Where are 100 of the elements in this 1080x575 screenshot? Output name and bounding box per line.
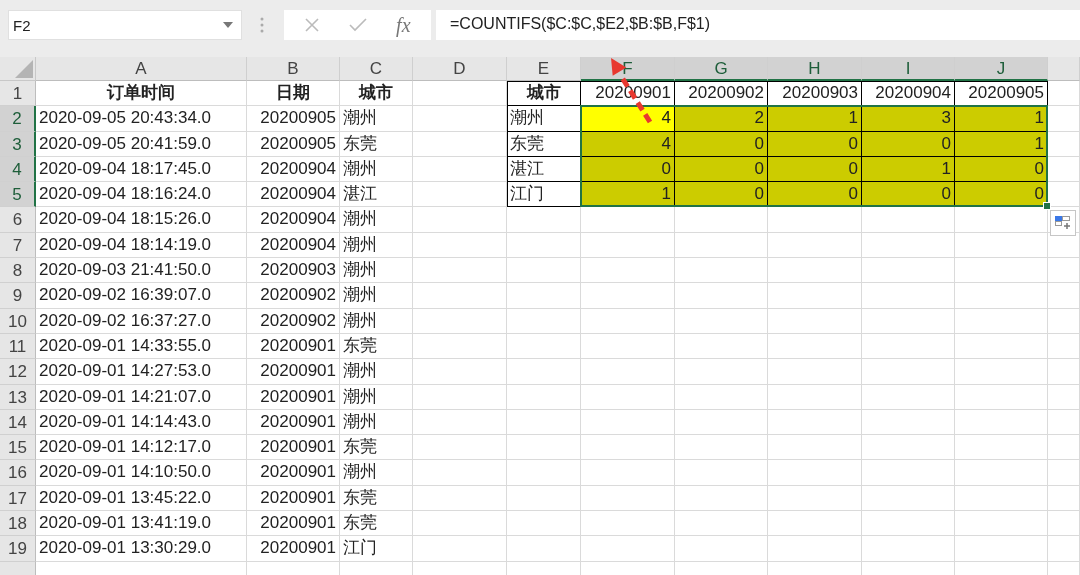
table-cell: 20200902	[247, 308, 340, 334]
table-cell: 20200901	[247, 333, 340, 360]
empty-cell	[1048, 359, 1080, 385]
table-cell: 东莞	[340, 131, 413, 157]
count-cell: 0	[862, 131, 955, 157]
empty-cell	[1048, 308, 1080, 334]
row-header[interactable]: 13	[0, 384, 36, 410]
column-header[interactable]: C	[340, 57, 413, 81]
table-cell: 20200901	[247, 435, 340, 461]
column-header[interactable]: B	[247, 57, 340, 81]
row-header[interactable]: 7	[0, 232, 36, 259]
fill-handle[interactable]	[1043, 202, 1051, 211]
column-header[interactable]: J	[955, 57, 1048, 81]
more-options-icon[interactable]	[260, 17, 264, 33]
table-cell: 2020-09-01 14:33:55.0	[36, 333, 247, 360]
formula-field[interactable]: =COUNTIFS($C:$C,$E2,$B:$B,F$1)	[436, 10, 1080, 40]
count-cell: 0	[768, 182, 862, 208]
empty-cell	[1048, 460, 1080, 486]
table-cell: 东莞	[340, 435, 413, 461]
table-cell: 潮州	[340, 106, 413, 132]
insert-function-button[interactable]: fx	[396, 13, 411, 37]
count-cell: 0	[768, 131, 862, 157]
table-cell: 潮州	[340, 359, 413, 385]
empty-cell	[1048, 536, 1080, 562]
table-cell: 2020-09-01 13:30:29.0	[36, 536, 247, 562]
table-cell: 20200905	[247, 106, 340, 132]
table-cell: 20200901	[247, 359, 340, 385]
row-header[interactable]: 15	[0, 435, 36, 461]
table-cell: 2020-09-01 14:27:53.0	[36, 359, 247, 385]
row-header[interactable]: 9	[0, 283, 36, 309]
city-cell: 江门	[507, 182, 581, 208]
row-header[interactable]: 3	[0, 131, 36, 157]
column-header[interactable]: D	[413, 57, 507, 81]
table-cell: 20200904	[247, 207, 340, 233]
row-header[interactable]: 16	[0, 460, 36, 486]
count-cell: 1	[768, 106, 862, 132]
table-cell: 潮州	[340, 384, 413, 410]
empty-cell	[1048, 258, 1080, 284]
table-cell: 2020-09-05 20:43:34.0	[36, 106, 247, 132]
row-header[interactable]: 4	[0, 156, 36, 183]
empty-cell	[1048, 511, 1080, 537]
count-cell: 1	[862, 156, 955, 183]
table-cell: 20200901	[247, 485, 340, 512]
count-cell: 4	[581, 131, 675, 157]
table-cell: 东莞	[340, 333, 413, 360]
table-cell: 2020-09-02 16:37:27.0	[36, 308, 247, 334]
column-header[interactable]: G	[675, 57, 768, 81]
column-header[interactable]: A	[36, 57, 247, 81]
empty-cell	[1048, 384, 1080, 410]
count-cell: 0	[675, 156, 768, 183]
table-cell: 2020-09-04 18:15:26.0	[36, 207, 247, 233]
row-header[interactable]: 18	[0, 511, 36, 537]
column-title: 城市	[507, 81, 581, 107]
dropdown-caret-icon[interactable]	[223, 22, 233, 28]
row-header[interactable]: 8	[0, 258, 36, 284]
row-header[interactable]: 1	[0, 81, 36, 107]
row-header[interactable]: 17	[0, 485, 36, 512]
row-header[interactable]: 6	[0, 207, 36, 233]
table-cell: 2020-09-01 14:21:07.0	[36, 384, 247, 410]
row-header[interactable]: 10	[0, 308, 36, 334]
column-header[interactable]: F	[581, 57, 675, 81]
row-header[interactable]: 12	[0, 359, 36, 385]
row-header[interactable]: 14	[0, 409, 36, 436]
row-header[interactable]: 5	[0, 182, 36, 208]
table-cell: 潮州	[340, 409, 413, 436]
table-cell: 潮州	[340, 258, 413, 284]
table-cell: 2020-09-01 14:10:50.0	[36, 460, 247, 486]
row-header[interactable]: 19	[0, 536, 36, 562]
table-cell: 江门	[340, 536, 413, 562]
check-icon[interactable]	[349, 17, 368, 33]
date-column-title: 20200905	[955, 81, 1048, 107]
row-header[interactable]: 2	[0, 106, 36, 132]
table-cell: 2020-09-04 18:16:24.0	[36, 182, 247, 208]
column-title: 城市	[340, 81, 413, 107]
count-cell: 0	[581, 156, 675, 183]
table-cell: 20200901	[247, 384, 340, 410]
table-cell: 20200905	[247, 131, 340, 157]
date-column-title: 20200904	[862, 81, 955, 107]
column-header[interactable]: I	[862, 57, 955, 81]
paste-options-button[interactable]	[1050, 210, 1076, 236]
cancel-icon[interactable]	[304, 17, 321, 33]
table-cell: 20200901	[247, 460, 340, 486]
name-box[interactable]: F2	[8, 10, 242, 40]
select-all-icon[interactable]	[15, 60, 33, 78]
empty-cell	[1048, 283, 1080, 309]
table-cell: 2020-09-01 14:12:17.0	[36, 435, 247, 461]
city-cell: 潮州	[507, 106, 581, 132]
row-header[interactable]: 11	[0, 333, 36, 360]
column-header[interactable]: H	[768, 57, 862, 81]
date-column-title: 20200903	[768, 81, 862, 107]
date-column-title: 20200902	[675, 81, 768, 107]
table-cell: 20200903	[247, 258, 340, 284]
table-cell: 东莞	[340, 511, 413, 537]
count-cell: 2	[675, 106, 768, 132]
empty-cell	[1048, 485, 1080, 512]
column-header[interactable]: E	[507, 57, 581, 81]
column-title: 日期	[247, 81, 340, 107]
table-cell: 潮州	[340, 232, 413, 259]
column-header[interactable]	[1048, 57, 1080, 81]
table-cell: 潮州	[340, 156, 413, 183]
